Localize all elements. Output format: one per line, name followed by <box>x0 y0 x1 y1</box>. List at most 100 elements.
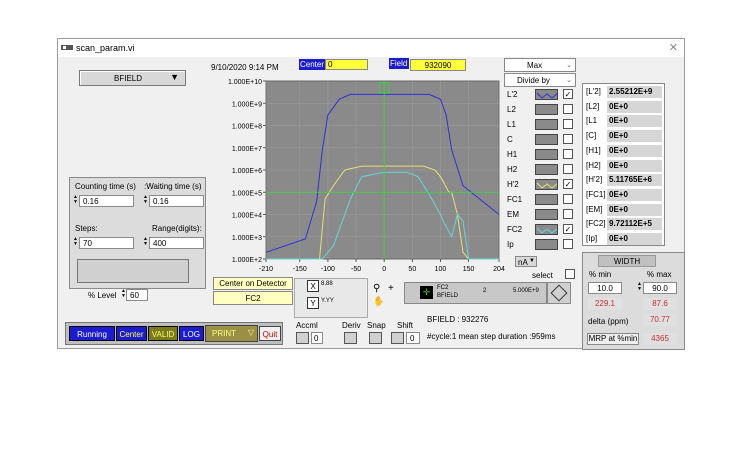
min-percent-field[interactable]: 10.0 <box>588 282 622 294</box>
legend-wave-icon <box>536 227 557 234</box>
unit-select[interactable]: nA ▼ <box>515 256 537 267</box>
legend-checkbox[interactable]: ✓ <box>563 179 573 189</box>
reading-value: 2.55212E+9 <box>607 86 662 98</box>
legend-checkbox[interactable] <box>563 209 573 219</box>
min-percent-label: % min <box>589 270 612 279</box>
legend-swatch[interactable] <box>535 149 558 160</box>
legend-label: FC1 <box>507 195 523 204</box>
print-button[interactable]: PRINT ▽ <box>205 325 258 342</box>
legend-checkbox[interactable] <box>563 149 573 159</box>
legend-checkbox[interactable] <box>563 104 573 114</box>
legend-swatch[interactable] <box>535 239 558 250</box>
legend-checkbox[interactable]: ✓ <box>563 224 573 234</box>
legend-swatch[interactable] <box>535 89 558 100</box>
legend-swatch[interactable] <box>535 209 558 220</box>
reading-value: 0E+0 <box>607 159 662 172</box>
legend-swatch[interactable] <box>535 134 558 145</box>
cursor-marker-icon[interactable]: ✛ <box>420 286 433 299</box>
legend-label: H1 <box>507 150 518 159</box>
zoom-tool-icon[interactable]: ⚲ <box>373 283 380 294</box>
waiting-time-stepper-icon[interactable]: ▲ ▼ <box>143 195 148 205</box>
waiting-time-field[interactable]: 0.16 <box>149 195 204 207</box>
steps-field[interactable]: 70 <box>79 237 134 249</box>
max-percent-field[interactable]: 90.0 <box>643 282 677 294</box>
y-cursor-icon[interactable]: Y <box>307 297 319 309</box>
level-label: % Level <box>88 291 117 300</box>
reading-label: [FC2] <box>586 219 606 229</box>
parameter-select[interactable]: BFIELD ▼ <box>79 70 186 86</box>
legend-checkbox[interactable] <box>563 194 573 204</box>
range-stepper-icon[interactable]: ▲ ▼ <box>143 237 148 247</box>
center-on-detector-button[interactable]: Center on Detector <box>213 277 293 290</box>
cursor-move-diamond-icon[interactable] <box>547 282 571 304</box>
range-field[interactable]: 400 <box>149 237 204 249</box>
legend-row: L2 <box>504 102 576 117</box>
shift-label: Shift <box>397 321 414 330</box>
y-tick-label: 1.000E+7 <box>232 146 262 153</box>
steps-stepper-icon[interactable]: ▲ ▼ <box>73 237 78 247</box>
x-cursor-icon[interactable]: X <box>307 280 319 292</box>
scan-chart[interactable]: 1.000E+10 1.000E+9 1.000E+8 1.000E+7 1.000E+… <box>206 75 506 277</box>
legend-checkbox[interactable]: ✓ <box>563 89 573 99</box>
legend-swatch[interactable] <box>535 164 558 175</box>
legend-row: L1 <box>504 117 576 132</box>
reading-label: [L1 <box>586 116 598 126</box>
max-percent-stepper-icon[interactable]: ▲ ▼ <box>637 282 642 292</box>
width-panel: WIDTH % min % max 10.0 ▲ ▼ 90.0 229.1 87.… <box>582 252 685 350</box>
center-value-field[interactable]: 0 <box>325 59 368 70</box>
running-indicator: Running <box>69 326 115 341</box>
crosshair-tool-icon[interactable]: + <box>388 283 394 294</box>
waiting-time-label: :Waiting time (s) <box>144 182 202 191</box>
shift-toggle[interactable] <box>391 332 404 344</box>
divide-select[interactable]: Divide by ⌄ <box>504 73 576 87</box>
readings-panel: [L'2] 2.55212E+9 [L2] 0E+0 [L1 0E+0 [C] 0E+0 [H1… <box>582 83 665 246</box>
legend-label: L2 <box>507 105 516 114</box>
pan-tool-icon[interactable]: ✋ <box>373 296 384 307</box>
legend-label: Ip <box>507 240 514 249</box>
legend-row: FC2 ✓ <box>504 222 576 237</box>
accml-toggle[interactable] <box>296 332 309 344</box>
close-icon[interactable]: ✕ <box>669 41 678 54</box>
legend-swatch[interactable] <box>535 179 558 190</box>
reading-value: 0E+0 <box>607 188 662 201</box>
legend-row: H1 <box>504 147 576 162</box>
counting-time-stepper-icon[interactable]: ▲ ▼ <box>73 195 78 205</box>
field-value-display: 932090 <box>410 59 466 71</box>
legend-row: H'2 ✓ <box>504 177 576 192</box>
legend-swatch[interactable] <box>535 119 558 130</box>
max-result: 87.6 <box>643 298 677 310</box>
legend-row: Ip <box>504 237 576 252</box>
log-button[interactable]: LOG <box>179 326 204 341</box>
accml-label: Accml <box>296 321 318 330</box>
counting-time-field[interactable]: 0.16 <box>79 195 134 207</box>
max-select[interactable]: Max ⌄ <box>504 58 576 72</box>
reading-value: 0E+0 <box>607 144 662 157</box>
reading-label: [FC1] <box>586 189 606 199</box>
delta-value: 70.77 <box>643 314 677 326</box>
counting-time-label: Counting time (s) <box>75 182 136 191</box>
chevron-down-icon: ▼ <box>529 258 535 264</box>
legend-checkbox[interactable] <box>563 134 573 144</box>
x-tick-label: 50 <box>408 266 416 273</box>
deriv-toggle[interactable] <box>344 332 357 344</box>
steps-label: Steps: <box>75 224 98 233</box>
x-tick-label: -210 <box>259 266 273 273</box>
x-tick-label: -50 <box>351 266 361 273</box>
level-field[interactable]: 60 <box>126 289 148 301</box>
select-checkbox[interactable] <box>565 269 575 279</box>
legend-row: FC1 <box>504 192 576 207</box>
cursor-param: BFIELD <box>437 293 459 299</box>
legend-swatch[interactable] <box>535 104 558 115</box>
quit-button[interactable]: Quit <box>259 326 281 341</box>
mrp-label: MRP at %min <box>587 333 639 345</box>
range-label: Range(digits): <box>152 224 202 233</box>
detector-value-field[interactable]: FC2 <box>213 291 293 305</box>
legend-checkbox[interactable] <box>563 239 573 249</box>
snap-toggle[interactable] <box>369 332 382 344</box>
cursor-name: FC2 <box>437 285 449 291</box>
timing-panel: Counting time (s) :Waiting time (s) ▲ ▼ 0… <box>69 177 206 289</box>
legend-swatch[interactable] <box>535 224 558 235</box>
legend-checkbox[interactable] <box>563 119 573 129</box>
legend-checkbox[interactable] <box>563 164 573 174</box>
legend-swatch[interactable] <box>535 194 558 205</box>
